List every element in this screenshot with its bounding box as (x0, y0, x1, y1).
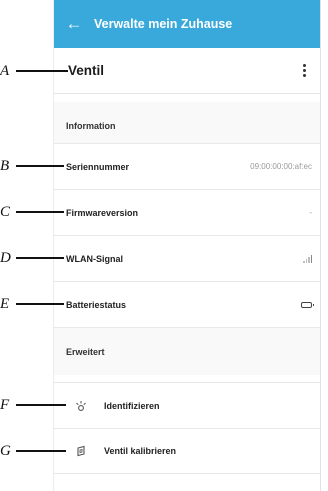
callout-f: F (0, 397, 66, 413)
callout-g-line (16, 450, 66, 452)
calibrate-action[interactable]: Ventil kalibrieren (54, 428, 320, 474)
serial-number-row: Seriennummer 09:00:00:00:af:ec (54, 143, 320, 189)
wifi-signal-row: WLAN-Signal (54, 235, 320, 281)
calibrate-icon (72, 445, 90, 457)
callout-f-line (16, 404, 66, 406)
battery-icon (301, 301, 314, 308)
back-arrow-icon[interactable]: ← (54, 0, 94, 48)
callout-e-line (16, 303, 64, 305)
callout-b-letter: B (0, 157, 10, 174)
callout-e-letter: E (0, 295, 10, 312)
callout-c: C (0, 204, 64, 220)
callout-g: G (0, 443, 66, 459)
callout-f-letter: F (0, 396, 10, 413)
callout-d-line (16, 257, 64, 259)
serial-number-value: 09:00:00:00:af:ec (250, 162, 312, 171)
wifi-signal-label: WLAN-Signal (66, 253, 123, 264)
device-name: Ventil (68, 63, 105, 78)
callout-e: E (0, 296, 64, 312)
callout-g-letter: G (0, 442, 11, 459)
callout-b: B (0, 158, 64, 174)
signal-icon (303, 254, 312, 263)
identify-label: Identifizieren (104, 400, 160, 411)
callout-c-line (16, 211, 64, 213)
app-bar: ← Verwalte mein Zuhause (54, 0, 320, 48)
callout-a: A (0, 63, 68, 79)
identify-action[interactable]: Identifizieren (54, 382, 320, 428)
calibrate-label: Ventil kalibrieren (104, 446, 177, 456)
light-burst-icon (72, 400, 90, 412)
callout-b-line (16, 165, 64, 167)
callout-c-letter: C (0, 203, 11, 220)
kebab-menu-icon[interactable] (301, 60, 308, 81)
callout-a-letter: A (0, 62, 10, 79)
callout-a-line (16, 70, 68, 72)
firmware-row: Firmwareversion - (54, 189, 320, 235)
section-advanced: Erweitert (54, 327, 320, 375)
firmware-label: Firmwareversion (66, 207, 139, 218)
phone-screen: ← Verwalte mein Zuhause Ventil Informati… (53, 0, 321, 491)
battery-status-label: Batteriestatus (66, 299, 127, 310)
serial-number-label: Seriennummer (66, 161, 130, 172)
battery-status-row: Batteriestatus (54, 281, 320, 327)
device-header: Ventil (54, 48, 320, 94)
app-bar-title: Verwalte mein Zuhause (94, 17, 233, 31)
callout-d-letter: D (0, 249, 11, 266)
callout-d: D (0, 250, 64, 266)
firmware-value: - (309, 208, 312, 217)
